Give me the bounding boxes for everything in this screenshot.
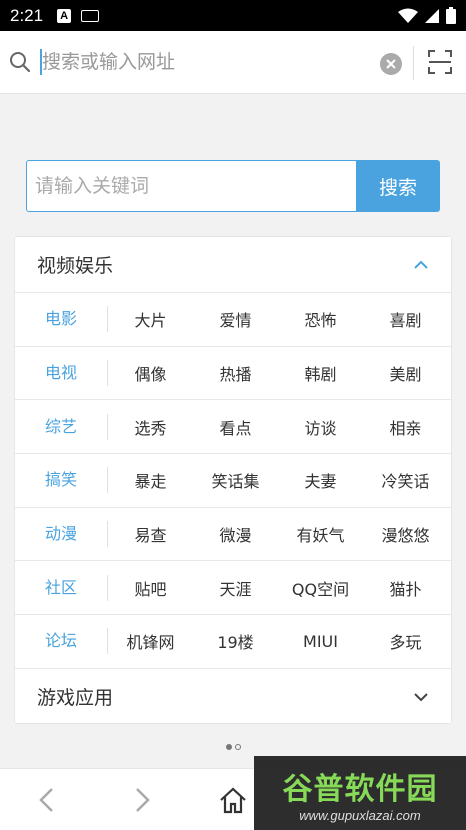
link-item[interactable]: 暴走 <box>108 468 193 492</box>
watermark-url: www.gupuxlazai.com <box>299 807 421 823</box>
link-item[interactable]: 易查 <box>108 522 193 546</box>
keyword-search: 搜索 <box>26 160 440 212</box>
status-right-icons <box>398 7 456 24</box>
home-icon[interactable] <box>216 783 250 817</box>
page-dot <box>235 744 241 750</box>
watermark-title: 谷普软件园 <box>282 771 438 807</box>
link-item[interactable]: 访谈 <box>278 415 363 439</box>
link-item[interactable]: 19楼 <box>193 629 278 653</box>
category-link[interactable]: 论坛 <box>15 628 108 655</box>
table-row: 搞笑 暴走 笑话集 夫妻 冷笑话 <box>15 454 451 508</box>
watermark-logo: 谷普软件园 www.gupuxlazai.com <box>254 756 466 830</box>
chevron-down-icon <box>414 693 428 702</box>
category-link[interactable]: 综艺 <box>15 413 108 440</box>
table-row: 电影 大片 爱情 恐怖 喜剧 <box>15 293 451 347</box>
section-title: 视频娱乐 <box>37 255 114 277</box>
table-row: 电视 偶像 热播 韩剧 美剧 <box>15 347 451 401</box>
link-item[interactable]: 笑话集 <box>193 468 278 492</box>
wifi-icon <box>398 8 418 23</box>
battery-icon <box>446 7 456 24</box>
game-section-header[interactable]: 游戏应用 <box>15 669 451 725</box>
link-item[interactable]: 热播 <box>193 361 278 385</box>
link-item[interactable]: 恐怖 <box>278 307 363 331</box>
search-icon <box>8 50 32 74</box>
link-item[interactable]: 偶像 <box>108 361 193 385</box>
page-dot-active <box>226 744 232 750</box>
link-item[interactable]: 选秀 <box>108 415 193 439</box>
table-row: 论坛 机锋网 19楼 MIUI 多玩 <box>15 615 451 669</box>
table-row: 综艺 选秀 看点 访谈 相亲 <box>15 400 451 455</box>
link-item[interactable]: 多玩 <box>363 629 448 653</box>
link-item[interactable]: 天涯 <box>193 576 278 600</box>
category-link[interactable]: 社区 <box>15 574 108 601</box>
link-item[interactable]: 美剧 <box>363 361 448 385</box>
link-item[interactable]: 相亲 <box>363 415 448 439</box>
page-indicator <box>226 744 241 750</box>
keyboard-icon <box>81 9 100 22</box>
link-item[interactable]: 夫妻 <box>278 468 363 492</box>
link-item[interactable]: QQ空间 <box>278 576 363 600</box>
a-notification-icon: A <box>57 8 72 23</box>
search-button[interactable]: 搜索 <box>356 160 440 212</box>
status-bar: 2:21 A <box>0 0 466 31</box>
link-item[interactable]: 猫扑 <box>363 576 448 600</box>
link-item[interactable]: 机锋网 <box>108 629 193 653</box>
table-row: 社区 贴吧 天涯 QQ空间 猫扑 <box>15 561 451 616</box>
link-item[interactable]: 漫悠悠 <box>363 522 448 546</box>
link-item[interactable]: 大片 <box>108 307 193 331</box>
link-item[interactable]: 爱情 <box>193 307 278 331</box>
status-time: 2:21 <box>10 5 44 25</box>
forward-icon[interactable] <box>125 783 159 817</box>
url-bar <box>0 31 466 94</box>
chevron-up-icon <box>414 260 428 269</box>
video-section-header[interactable]: 视频娱乐 <box>15 237 451 293</box>
scan-icon[interactable] <box>427 49 453 75</box>
link-item[interactable]: 看点 <box>193 415 278 439</box>
video-entertainment-card: 视频娱乐 电影 大片 爱情 恐怖 喜剧 电视 偶像 热播 韩剧 美剧 综艺 选秀… <box>14 236 452 724</box>
category-link[interactable]: 电影 <box>15 306 108 333</box>
link-item[interactable]: 冷笑话 <box>363 468 448 492</box>
link-item[interactable]: MIUI <box>278 632 363 651</box>
back-icon[interactable] <box>30 783 64 817</box>
link-item[interactable]: 微漫 <box>193 522 278 546</box>
keyword-input[interactable] <box>26 160 356 212</box>
category-link[interactable]: 动漫 <box>15 521 108 548</box>
link-item[interactable]: 韩剧 <box>278 361 363 385</box>
signal-icon <box>425 8 439 23</box>
category-link[interactable]: 电视 <box>15 360 108 387</box>
link-item[interactable]: 贴吧 <box>108 576 193 600</box>
table-row: 动漫 易查 微漫 有妖气 漫悠悠 <box>15 508 451 562</box>
section-title: 游戏应用 <box>37 687 114 710</box>
link-item[interactable]: 有妖气 <box>278 522 363 546</box>
url-divider <box>413 46 414 80</box>
url-input[interactable] <box>42 51 362 73</box>
link-item[interactable]: 喜剧 <box>363 307 448 331</box>
clear-icon[interactable] <box>380 53 402 75</box>
category-link[interactable]: 搞笑 <box>15 467 108 494</box>
